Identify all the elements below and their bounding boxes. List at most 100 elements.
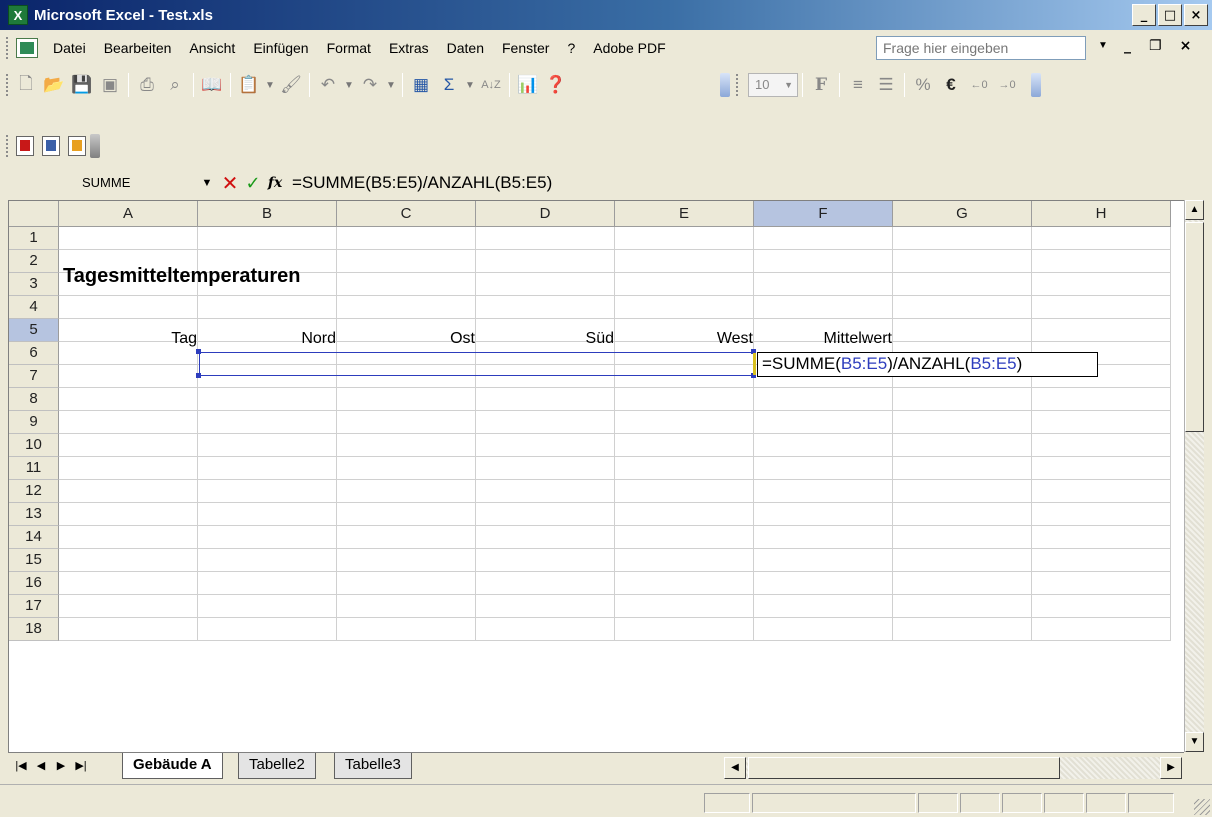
toolbar-options-chevron[interactable]	[720, 73, 730, 97]
grid-cell[interactable]	[893, 434, 1032, 457]
grid-cell[interactable]	[59, 457, 198, 480]
grid-cell[interactable]	[1032, 227, 1171, 250]
format-painter-icon[interactable]: 🖌	[277, 71, 305, 99]
euro-conversion-icon[interactable]: ▦	[407, 71, 435, 99]
grid-cell[interactable]	[59, 503, 198, 526]
grid-cell[interactable]	[59, 227, 198, 250]
chevron-down-icon[interactable]: ▼	[342, 80, 356, 91]
chevron-down-icon[interactable]: ▼	[384, 80, 398, 91]
grid-cell[interactable]	[198, 549, 337, 572]
grid-cell[interactable]	[893, 572, 1032, 595]
sheet-tab-gebaeude-a[interactable]: Gebäude A	[122, 753, 223, 779]
percent-button[interactable]: %	[909, 71, 937, 99]
grid-cell[interactable]	[754, 227, 893, 250]
chevron-down-icon[interactable]: ▼	[1098, 40, 1108, 51]
grid-cell[interactable]	[615, 434, 754, 457]
column-header[interactable]: G	[893, 201, 1032, 227]
grid-cell[interactable]	[615, 618, 754, 641]
grid-cell[interactable]	[59, 618, 198, 641]
workbook-minimize-button[interactable]: _	[1124, 38, 1131, 54]
toolbar-grip[interactable]	[736, 74, 742, 96]
grid-cell[interactable]	[198, 526, 337, 549]
grid-cell[interactable]	[754, 618, 893, 641]
scroll-right-icon[interactable]: ▶	[1160, 757, 1182, 779]
menu-extras[interactable]: Extras	[380, 35, 438, 61]
grid-cell[interactable]	[893, 273, 1032, 296]
row-header[interactable]: 11	[9, 457, 59, 480]
grid-cell[interactable]	[615, 503, 754, 526]
grid-cell[interactable]	[337, 526, 476, 549]
grid-cell[interactable]	[893, 250, 1032, 273]
grid-cell[interactable]	[59, 595, 198, 618]
range-handle[interactable]	[196, 349, 201, 354]
grid-cell[interactable]	[1032, 388, 1171, 411]
grid-cell[interactable]	[893, 296, 1032, 319]
print-preview-icon[interactable]: ⌕	[161, 71, 189, 99]
redo-icon[interactable]: ↷	[356, 71, 384, 99]
grid-cell[interactable]	[1032, 273, 1171, 296]
row-header[interactable]: 15	[9, 549, 59, 572]
grid-cell[interactable]	[198, 618, 337, 641]
grid-cell[interactable]	[337, 503, 476, 526]
bold-button[interactable]: F	[807, 71, 835, 99]
row-header[interactable]: 17	[9, 595, 59, 618]
last-sheet-icon[interactable]: ▶|	[74, 759, 88, 772]
menu-format[interactable]: Format	[318, 35, 380, 61]
menu-datei[interactable]: Datei	[44, 35, 95, 61]
grid-cell[interactable]	[615, 411, 754, 434]
grid-cell[interactable]	[754, 549, 893, 572]
grid-cell[interactable]	[476, 595, 615, 618]
decrease-decimal-icon[interactable]: →0	[993, 71, 1021, 99]
grid-cell[interactable]	[893, 503, 1032, 526]
grid-cell[interactable]	[476, 273, 615, 296]
grid-cell[interactable]	[476, 296, 615, 319]
grid-cell[interactable]	[615, 572, 754, 595]
grid-cell[interactable]	[337, 480, 476, 503]
insert-function-icon[interactable]: fx	[264, 175, 286, 191]
header-nord[interactable]: Nord	[198, 328, 336, 350]
grid-cell[interactable]	[1032, 480, 1171, 503]
sheet-tab-tabelle2[interactable]: Tabelle2	[238, 753, 316, 779]
grid-cell[interactable]	[337, 388, 476, 411]
menu-fenster[interactable]: Fenster	[493, 35, 558, 61]
row-header[interactable]: 12	[9, 480, 59, 503]
resize-grip-icon[interactable]	[1194, 799, 1210, 815]
formula-input[interactable]: =SUMME(B5:E5)/ANZAHL(B5:E5)	[292, 170, 552, 196]
select-all-corner[interactable]	[9, 201, 59, 227]
grid-cell[interactable]	[337, 595, 476, 618]
menu-help[interactable]: ?	[558, 35, 584, 61]
header-tag[interactable]: Tag	[59, 328, 197, 350]
menu-ansicht[interactable]: Ansicht	[180, 35, 244, 61]
column-header[interactable]: F	[754, 201, 893, 227]
chevron-down-icon[interactable]: ▼	[263, 80, 277, 91]
undo-icon[interactable]: ↶	[314, 71, 342, 99]
grid-cell[interactable]	[615, 296, 754, 319]
grid-cell[interactable]	[337, 250, 476, 273]
vertical-scroll-thumb[interactable]	[1185, 222, 1204, 432]
sheet-tab-tabelle3[interactable]: Tabelle3	[334, 753, 412, 779]
grid-cell[interactable]	[1032, 618, 1171, 641]
row-header[interactable]: 7	[9, 365, 59, 388]
grid-cell[interactable]	[198, 457, 337, 480]
grid-cell[interactable]	[59, 365, 198, 388]
grid-cell[interactable]	[893, 618, 1032, 641]
grid-cell[interactable]	[615, 526, 754, 549]
grid-cell[interactable]	[337, 549, 476, 572]
grid-cell[interactable]	[476, 618, 615, 641]
confirm-icon[interactable]: ✓	[242, 173, 264, 194]
sheet-title[interactable]: Tagesmitteltemperaturen	[63, 261, 300, 291]
grid-cell[interactable]	[615, 273, 754, 296]
sort-ascending-icon[interactable]: A↓Z	[477, 71, 505, 99]
editing-cell-f5[interactable]: =SUMME(B5:E5)/ANZAHL(B5:E5)	[757, 352, 1098, 377]
help-icon[interactable]: ❓	[542, 71, 570, 99]
vertical-scrollbar[interactable]: ▲ ▼	[1184, 200, 1204, 752]
grid-cell[interactable]	[476, 457, 615, 480]
grid-cell[interactable]	[198, 572, 337, 595]
grid-cell[interactable]	[754, 595, 893, 618]
increase-decimal-icon[interactable]: ←0	[965, 71, 993, 99]
save-icon[interactable]: 💾	[68, 71, 96, 99]
grid-cell[interactable]	[1032, 595, 1171, 618]
row-header[interactable]: 18	[9, 618, 59, 641]
grid-cell[interactable]	[615, 480, 754, 503]
grid-cell[interactable]	[1032, 319, 1171, 342]
